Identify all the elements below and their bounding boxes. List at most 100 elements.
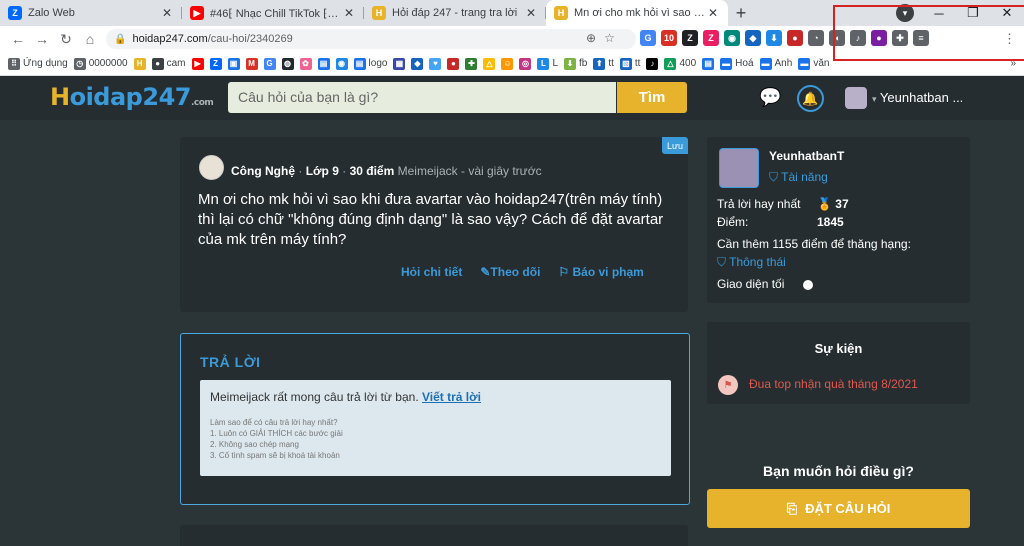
url-input[interactable]: 🔒 hoidap247.com/cau-hoi/2340269 xyxy=(106,29,636,49)
bookmark-item[interactable]: LL xyxy=(537,57,558,70)
youtube-icon: ▶ xyxy=(190,6,204,20)
author-avatar[interactable] xyxy=(199,155,224,180)
extension-icon[interactable]: Z xyxy=(703,30,719,46)
dark-mode-toggle[interactable] xyxy=(803,280,813,290)
search-button[interactable]: Tìm xyxy=(617,82,687,113)
chevron-down-icon: ▾ xyxy=(872,94,877,104)
bookmark-item[interactable]: ◎ xyxy=(519,57,532,70)
browser-tab[interactable]: ▶ #46⁅ Nhạc Chill TikTok ⁅🎵💽🔈 ✕ xyxy=(182,0,364,26)
bookmark-item[interactable]: ◆ xyxy=(411,57,424,70)
bookmark-item[interactable]: ♥ xyxy=(429,57,442,70)
bookmark-item[interactable]: ◉ xyxy=(335,57,348,70)
bookmark-item[interactable]: M xyxy=(245,57,258,70)
user-menu[interactable]: ▾ Yeunhatban ... xyxy=(872,90,963,105)
user-avatar[interactable] xyxy=(845,87,867,109)
browser-tab[interactable]: H Hỏi đáp 247 - trang tra lời ✕ xyxy=(364,0,546,26)
browser-tab-active[interactable]: H Mn ơi cho mk hỏi vì sao khi đưa ✕ xyxy=(546,0,728,26)
chat-icon[interactable]: 💬 xyxy=(759,87,781,108)
username: Yeunhatban ... xyxy=(879,90,964,105)
write-answer-link[interactable]: Viết trả lời xyxy=(422,390,481,404)
close-icon[interactable]: ✕ xyxy=(706,6,720,20)
subject-link[interactable]: Công Nghệ xyxy=(231,164,295,178)
bookmark-item[interactable]: ✿ xyxy=(299,57,312,70)
bookmark-item[interactable]: ✚ xyxy=(465,57,478,70)
bookmark-item[interactable]: △ xyxy=(483,57,496,70)
bookmark-item[interactable]: ▦ xyxy=(393,57,406,70)
save-button[interactable]: Lưu xyxy=(662,137,688,154)
new-tab-button[interactable]: + xyxy=(728,0,754,26)
download-extension-icon[interactable]: ⬇ xyxy=(766,30,782,46)
translate-extension-icon[interactable]: G xyxy=(640,30,656,46)
rank-badge-icon: ⛉ xyxy=(717,255,730,269)
answer-tips: Làm sao để có câu trả lời hay nhất? 1. L… xyxy=(210,418,343,460)
bear-icon: ● xyxy=(447,57,460,70)
extension-icon[interactable]: 10 xyxy=(661,30,677,46)
bookmark-label: Hoá xyxy=(735,58,754,69)
bookmark-item[interactable]: ▬ Hoá xyxy=(720,57,754,70)
ask-question-button[interactable]: ⎘ ĐẶT CÂU HỎI xyxy=(707,489,970,528)
bookmark-item[interactable]: ☺ xyxy=(501,57,514,70)
bookmark-item[interactable]: ▣ xyxy=(227,57,240,70)
extension-icon[interactable]: ◉ xyxy=(724,30,740,46)
tab-label: Mn ơi cho mk hỏi vì sao khi đưa xyxy=(574,7,706,19)
profile-name[interactable]: YeunhatbanT xyxy=(769,149,844,163)
event-link[interactable]: Đua top nhận quà tháng 8/2021 xyxy=(749,377,918,391)
gmail-icon: M xyxy=(245,57,258,70)
extension-icon[interactable]: ◆ xyxy=(745,30,761,46)
bookmark-item[interactable]: ⬇ fb xyxy=(564,57,587,70)
back-icon[interactable]: ← xyxy=(6,31,30,47)
reload-icon[interactable]: ↻ xyxy=(54,31,78,48)
author-name[interactable]: Meimeijack xyxy=(398,164,458,178)
instagram-icon: ◎ xyxy=(519,57,532,70)
extension-icon[interactable]: ● xyxy=(787,30,803,46)
follow-button[interactable]: ✎Theo dõi xyxy=(480,265,540,279)
bookmark-item[interactable]: ◷ 0000000 xyxy=(73,57,128,70)
z-extension-icon[interactable]: Z xyxy=(682,30,698,46)
bell-icon[interactable]: 🔔 xyxy=(797,85,824,112)
home-icon[interactable]: ⌂ xyxy=(78,31,102,47)
bookmark-item[interactable]: ▶ xyxy=(191,57,204,70)
bookmark-item[interactable]: Z xyxy=(209,57,222,70)
forward-icon[interactable]: → xyxy=(30,31,54,47)
folder-icon: ▬ xyxy=(720,57,733,70)
answers-section-card xyxy=(180,525,688,546)
ask-detail-button[interactable]: Hỏi chi tiết xyxy=(401,265,462,279)
timer-icon[interactable]: ◔ xyxy=(808,30,824,46)
close-icon[interactable]: ✕ xyxy=(160,6,174,20)
medal-icon: 🏅 xyxy=(817,197,832,211)
zoom-icon[interactable]: ⊕ xyxy=(586,31,596,45)
bookmark-item[interactable]: ▬ văn xyxy=(798,57,830,70)
answer-prompt: Meimeijack rất mong câu trả lời từ bạn. … xyxy=(210,390,481,404)
download-icon: ⬇ xyxy=(564,57,576,70)
search-input[interactable]: Câu hỏi của bạn là gì? xyxy=(228,82,616,113)
flag-icon: ⚑ xyxy=(718,375,738,395)
bookmark-item[interactable]: ● cam xyxy=(151,57,186,70)
site-logo[interactable]: Hoidap247.com xyxy=(50,83,214,111)
bookmark-item[interactable]: H xyxy=(133,57,146,70)
report-button[interactable]: ⚐ Báo vi phạm xyxy=(558,265,643,279)
grade-link[interactable]: Lớp 9 xyxy=(306,164,339,178)
bookmark-item[interactable]: ♪ xyxy=(646,57,659,70)
bookmark-item[interactable]: ▧ tt xyxy=(619,57,640,70)
bookmark-item[interactable]: ▤ logo xyxy=(353,57,387,70)
bookmark-item[interactable]: △ 400 xyxy=(664,57,696,70)
profile-avatar[interactable] xyxy=(719,148,759,188)
drive-icon: △ xyxy=(664,57,677,70)
bookmark-item[interactable]: ◍ xyxy=(281,57,294,70)
bookmark-item[interactable]: G xyxy=(263,57,276,70)
close-icon[interactable]: ✕ xyxy=(342,6,356,20)
bookmark-item[interactable]: ▤ xyxy=(702,57,715,70)
bookmark-label: Anh xyxy=(774,58,793,69)
close-icon[interactable]: ✕ xyxy=(524,6,538,20)
browser-tab[interactable]: Z Zalo Web ✕ xyxy=(0,0,182,26)
bookmark-item[interactable]: ▬ Anh xyxy=(759,57,793,70)
url-domain: hoidap247.com xyxy=(132,33,208,45)
bookmark-item[interactable]: ▤ xyxy=(317,57,330,70)
question-actions: Hỏi chi tiết ✎Theo dõi ⚐ Báo vi phạm xyxy=(401,265,644,279)
bookmark-star-icon[interactable]: ☆ xyxy=(604,31,615,45)
folder-icon: ▬ xyxy=(798,57,811,70)
bookmark-item[interactable]: ● xyxy=(447,57,460,70)
bookmark-label: văn xyxy=(813,58,830,69)
bookmark-item[interactable]: ⠿ Ứng dụng xyxy=(8,57,68,70)
bookmark-item[interactable]: ⬆ tt xyxy=(593,57,614,70)
